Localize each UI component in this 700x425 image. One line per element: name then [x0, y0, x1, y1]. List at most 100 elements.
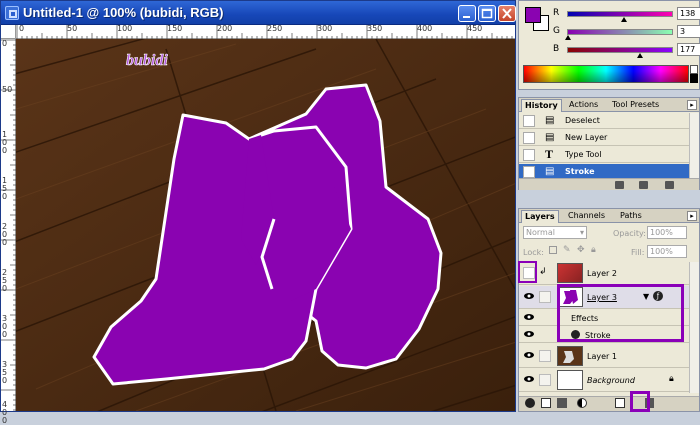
trash-icon[interactable] [665, 181, 674, 189]
document-icon: ▤ [545, 115, 555, 126]
add-layer-style-icon[interactable] [525, 398, 535, 408]
green-value-input[interactable]: 3 [677, 25, 700, 38]
color-spectrum-bar[interactable] [523, 65, 689, 83]
history-snapshot-box[interactable] [523, 115, 535, 127]
lock-paint-icon[interactable]: ✎ [563, 245, 571, 255]
layer-thumbnail [557, 370, 583, 390]
lock-transparency-icon[interactable] [549, 246, 557, 254]
ruler-label: 100 [2, 130, 8, 155]
red-slider[interactable] [567, 11, 673, 17]
tab-channels[interactable]: Channels [565, 210, 608, 223]
history-snapshot-box[interactable] [523, 149, 535, 161]
blue-label: B [553, 44, 560, 54]
blend-mode-value: Normal [526, 228, 555, 237]
red-value-input[interactable]: 138 [677, 7, 700, 20]
ruler-label: 150 [2, 176, 8, 201]
ruler-origin[interactable] [1, 25, 16, 39]
black-white-ramp[interactable] [690, 65, 698, 83]
link-cell[interactable] [539, 350, 551, 362]
ruler-label: 250 [267, 24, 283, 33]
maximize-button[interactable] [478, 5, 496, 22]
layer-row-layer-2[interactable]: ↲ Layer 2 [519, 262, 689, 285]
horizontal-ruler[interactable]: 0 50 100 150 200 250 300 350 400 450 [16, 24, 515, 39]
bubidi-watermark: bubidi [126, 52, 168, 69]
blue-channel-row: B 177 [549, 43, 700, 58]
history-item-label: Type Tool [565, 150, 602, 159]
history-tabs: History Actions Tool Presets ▸ [519, 98, 699, 112]
history-menu-arrow-icon[interactable]: ▸ [687, 100, 697, 110]
layer-thumbnail [557, 346, 583, 366]
lock-icon: 🔒︎ [669, 374, 674, 384]
ruler-label: 100 [117, 24, 133, 33]
green-channel-row: G 3 [549, 25, 700, 40]
eye-icon[interactable] [523, 329, 535, 341]
layer-row-background[interactable]: Background 🔒︎ [519, 369, 689, 392]
new-layer-icon[interactable] [615, 398, 625, 408]
document-icon: ▤ [545, 132, 555, 143]
fill-label: Fill: [631, 248, 645, 257]
ruler-label: 300 [317, 24, 333, 33]
blue-slider-thumb[interactable] [637, 53, 644, 58]
tab-history[interactable]: History [521, 99, 562, 112]
lock-label: Lock: [523, 248, 544, 257]
tab-actions[interactable]: Actions [566, 99, 601, 112]
blue-slider[interactable] [567, 47, 673, 53]
new-snapshot-icon[interactable] [639, 181, 648, 189]
green-slider[interactable] [567, 29, 673, 35]
history-item[interactable]: ▤ Deselect [519, 113, 689, 129]
layers-tabs: Layers Channels Paths ▸ [519, 209, 699, 223]
history-item-label: New Layer [565, 133, 608, 142]
vertical-ruler[interactable]: 0 50 100 150 200 250 300 350 400 [1, 39, 16, 425]
layers-menu-arrow-icon[interactable]: ▸ [687, 211, 697, 221]
ruler-label: 200 [217, 24, 233, 33]
minimize-button[interactable] [458, 5, 476, 22]
foreground-color-swatch[interactable] [525, 7, 541, 23]
close-button[interactable] [498, 5, 516, 22]
layers-scrollbar[interactable] [689, 262, 699, 393]
ruler-label: 250 [2, 268, 8, 293]
eye-icon[interactable] [523, 350, 535, 362]
window-title: Untitled-1 @ 100% (bubidi, RGB) [23, 5, 224, 20]
eye-icon[interactable] [523, 291, 535, 303]
document-window: Untitled-1 @ 100% (bubidi, RGB) 0 50 100… [0, 0, 516, 425]
title-bar[interactable]: Untitled-1 @ 100% (bubidi, RGB) [1, 1, 516, 25]
eye-icon[interactable] [523, 374, 535, 386]
document-icon: ▤ [545, 166, 555, 177]
history-item[interactable]: ▤ New Layer [519, 130, 689, 146]
red-slider-thumb[interactable] [621, 17, 628, 22]
history-item-label: Stroke [565, 167, 595, 176]
lock-all-icon[interactable]: 🔒︎ [591, 245, 596, 255]
tab-layers[interactable]: Layers [521, 210, 559, 223]
history-item-label: Deselect [565, 116, 600, 125]
red-channel-row: R 138 [549, 7, 700, 22]
lock-move-icon[interactable]: ✥ [577, 245, 585, 255]
history-snapshot-box[interactable] [523, 166, 535, 178]
history-item[interactable]: T Type Tool [519, 147, 689, 163]
tab-paths[interactable]: Paths [617, 210, 645, 223]
new-adjustment-layer-icon[interactable] [577, 398, 587, 408]
highlight-box [557, 284, 684, 342]
history-panel: History Actions Tool Presets ▸ ▤ Deselec… [518, 97, 700, 190]
blend-mode-select[interactable]: Normal ▾ [523, 226, 587, 239]
link-cell[interactable] [539, 374, 551, 386]
eye-icon[interactable] [523, 312, 535, 324]
add-mask-icon[interactable] [541, 398, 551, 408]
fill-input[interactable]: 100% [647, 245, 687, 258]
image-canvas[interactable]: bubidi [16, 39, 515, 411]
layer-name: Layer 1 [587, 352, 617, 361]
layer-name: Background [587, 376, 635, 385]
blue-value-input[interactable]: 177 [677, 43, 700, 56]
history-scrollbar[interactable] [689, 113, 699, 179]
ruler-label: 200 [2, 222, 8, 247]
history-snapshot-box[interactable] [523, 132, 535, 144]
new-set-icon[interactable] [557, 398, 567, 408]
green-slider-thumb[interactable] [565, 35, 572, 40]
green-label: G [553, 26, 560, 36]
new-document-from-state-icon[interactable] [615, 181, 624, 189]
opacity-input[interactable]: 100% [647, 226, 687, 239]
tab-tool-presets[interactable]: Tool Presets [609, 99, 662, 112]
link-cell[interactable] [539, 291, 551, 303]
ruler-label: 350 [2, 360, 8, 385]
layer-row-layer-1[interactable]: Layer 1 [519, 345, 689, 368]
ruler-label: 400 [2, 400, 8, 425]
